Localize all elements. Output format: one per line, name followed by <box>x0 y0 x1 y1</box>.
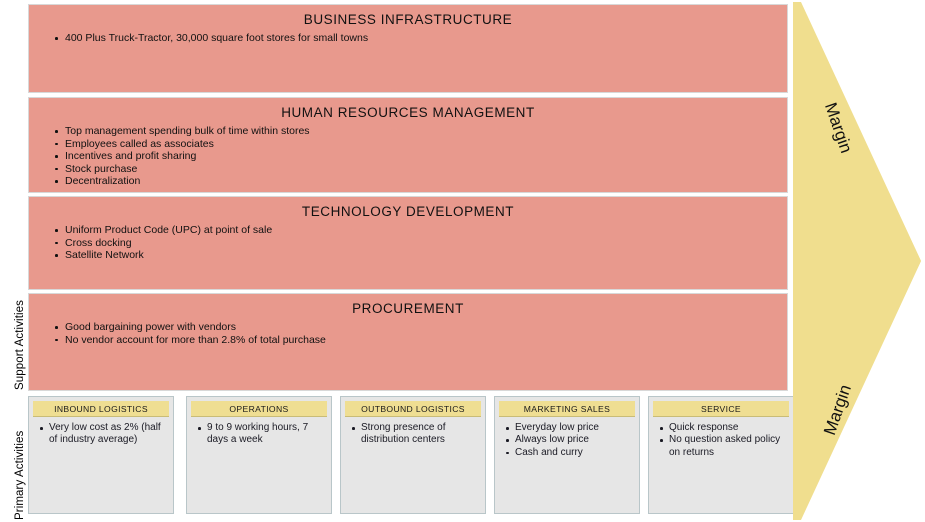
margin-arrow-icon <box>793 2 921 520</box>
support-band-human-resources-management: HUMAN RESOURCES MANAGEMENT Top managemen… <box>28 97 788 193</box>
primary-column-outbound-logistics: OUTBOUND LOGISTICS Strong presence of di… <box>340 396 486 514</box>
column-item-list: Everyday low price Always low price Cash… <box>495 422 639 459</box>
band-list-item: Decentralization <box>55 175 787 188</box>
column-header: SERVICE <box>653 401 789 417</box>
band-list-item: Cross docking <box>55 237 787 250</box>
support-band-procurement: PROCUREMENT Good bargaining power with v… <box>28 293 788 391</box>
band-list-item: Uniform Product Code (UPC) at point of s… <box>55 224 787 237</box>
column-header: OPERATIONS <box>191 401 327 417</box>
column-item-list: 9 to 9 working hours, 7 days a week <box>187 422 331 447</box>
band-item-list: 400 Plus Truck-Tractor, 30,000 square fo… <box>29 32 787 45</box>
column-list-item: Very low cost as 2% (half of industry av… <box>40 422 167 447</box>
band-list-item: Satellite Network <box>55 249 787 262</box>
band-list-item: No vendor account for more than 2.8% of … <box>55 334 787 347</box>
column-item-list: Strong presence of distribution centers <box>341 422 485 447</box>
margin-arrow-shape <box>793 2 925 520</box>
column-list-item: No question asked policy on returns <box>660 434 787 459</box>
column-item-list: Very low cost as 2% (half of industry av… <box>29 422 173 447</box>
support-activities-axis-label: Support Activities <box>14 299 26 390</box>
support-band-business-infrastructure: BUSINESS INFRASTRUCTURE 400 Plus Truck-T… <box>28 4 788 93</box>
primary-column-marketing-sales: MARKETING SALES Everyday low price Alway… <box>494 396 640 514</box>
band-item-list: Top management spending bulk of time wit… <box>29 125 787 188</box>
band-list-item: Stock purchase <box>55 163 787 176</box>
column-list-item: Quick response <box>660 422 787 434</box>
primary-column-service: SERVICE Quick response No question asked… <box>648 396 794 514</box>
column-list-item: Everyday low price <box>506 422 633 434</box>
band-list-item: Top management spending bulk of time wit… <box>55 125 787 138</box>
band-list-item: Incentives and profit sharing <box>55 150 787 163</box>
band-item-list: Uniform Product Code (UPC) at point of s… <box>29 224 787 262</box>
primary-column-operations: OPERATIONS 9 to 9 working hours, 7 days … <box>186 396 332 514</box>
column-header: INBOUND LOGISTICS <box>33 401 169 417</box>
column-list-item: Always low price <box>506 434 633 446</box>
primary-column-inbound-logistics: INBOUND LOGISTICS Very low cost as 2% (h… <box>28 396 174 514</box>
column-list-item: 9 to 9 working hours, 7 days a week <box>198 422 325 447</box>
value-chain-diagram: Support Activities Primary Activities BU… <box>0 0 925 522</box>
column-list-item: Cash and curry <box>506 447 633 459</box>
band-title: HUMAN RESOURCES MANAGEMENT <box>281 105 535 120</box>
band-title: PROCUREMENT <box>352 301 464 316</box>
band-title: BUSINESS INFRASTRUCTURE <box>303 12 513 27</box>
column-header: MARKETING SALES <box>499 401 635 417</box>
column-header: OUTBOUND LOGISTICS <box>345 401 481 417</box>
support-band-technology-development: TECHNOLOGY DEVELOPMENT Uniform Product C… <box>28 196 788 290</box>
band-list-item: 400 Plus Truck-Tractor, 30,000 square fo… <box>55 32 787 45</box>
column-list-item: Strong presence of distribution centers <box>352 422 479 447</box>
primary-activities-axis-label: Primary Activities <box>14 430 26 520</box>
band-item-list: Good bargaining power with vendors No ve… <box>29 321 787 346</box>
column-item-list: Quick response No question asked policy … <box>649 422 793 459</box>
band-title: TECHNOLOGY DEVELOPMENT <box>301 204 515 219</box>
band-list-item: Good bargaining power with vendors <box>55 321 787 334</box>
band-list-item: Employees called as associates <box>55 138 787 151</box>
